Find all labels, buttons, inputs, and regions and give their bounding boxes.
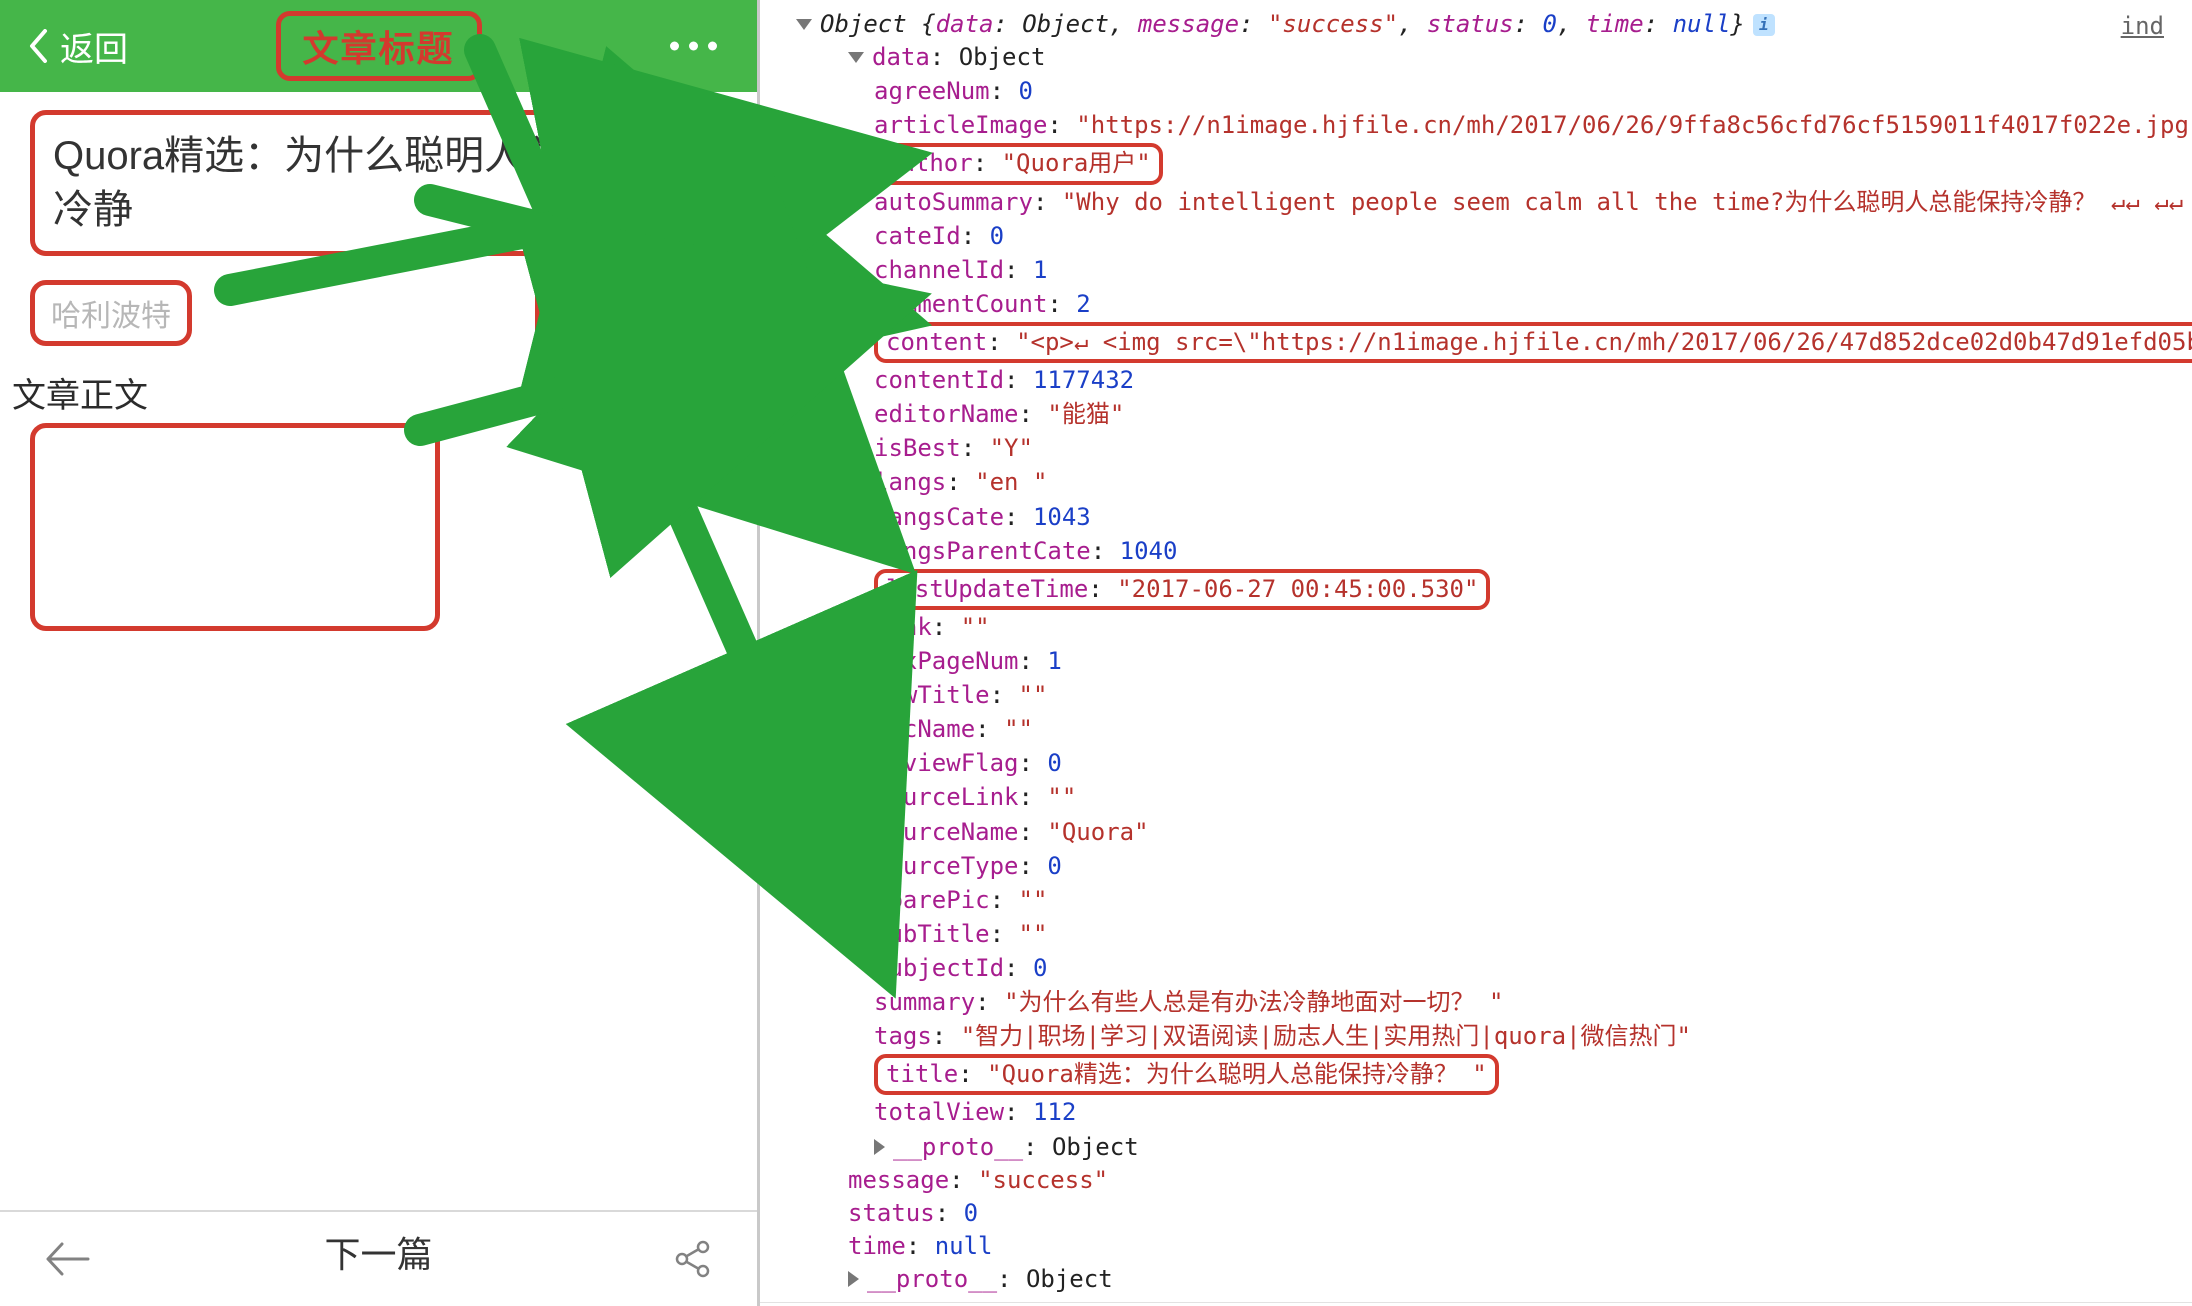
body-label: 文章正文: [12, 368, 727, 417]
field-row-content: content: "<p>↵ <img src=\"https://n1imag…: [796, 322, 2192, 363]
field-row-newTitle: newTitle: "": [796, 679, 2192, 712]
field-row-langsParentCate: langsParentCate: 1040: [796, 535, 2192, 568]
field-row-langsCate: langsCate: 1043: [796, 501, 2192, 534]
arrow-down-icon: [848, 52, 864, 63]
phone-footer: 下一篇: [0, 1210, 757, 1306]
page-title: 文章标题: [275, 11, 481, 81]
share-icon: [673, 1239, 713, 1279]
phone-body: Quora精选：为什么聪明人总能保持冷静 哈利波特 2017/06/27 文章正…: [0, 92, 757, 1210]
field-row-articleImage: articleImage: "https://n1image.hjfile.cn…: [796, 109, 2192, 142]
next-article-button[interactable]: 下一篇: [324, 1226, 432, 1278]
field-row-lastUpdateTime: lastUpdateTime: "2017-06-27 00:45:00.530…: [796, 569, 2192, 610]
date-field[interactable]: 2017/06/27: [535, 280, 727, 346]
phone-preview-pane: 返回 文章标题 Quora精选：为什么聪明人总能保持冷静 哈利波特 2017/0…: [0, 0, 760, 1306]
field-row-title: title: "Quora精选：为什么聪明人总能保持冷静？ ": [796, 1054, 2192, 1095]
field-row-maxPageNum: maxPageNum: 1: [796, 645, 2192, 678]
more-menu-button[interactable]: [670, 42, 717, 51]
field-row-sourceName: sourceName: "Quora": [796, 816, 2192, 849]
field-row-summary: summary: "为什么有些人总是有办法冷静地面对一切？ ": [796, 986, 2192, 1019]
root-summary: Object {data: Object, message: "success"…: [820, 8, 1745, 41]
root-object-row[interactable]: Object {data: Object, message: "success"…: [796, 8, 2192, 41]
back-label: 返回: [60, 22, 128, 71]
arrow-left-icon: [44, 1240, 90, 1278]
field-row-contentId: contentId: 1177432: [796, 364, 2192, 397]
field-row-autoSummary: autoSummary: "Why do intelligent people …: [796, 186, 2192, 219]
field-row-cateId: cateId: 0: [796, 220, 2192, 253]
back-arrow-button[interactable]: [44, 1240, 90, 1278]
field-row-subTitle: subTitle: "": [796, 918, 2192, 951]
devtools-console-pane: ind Object {data: Object, message: "succ…: [760, 0, 2192, 1306]
info-icon[interactable]: i: [1753, 14, 1775, 36]
time-row: time: null: [796, 1230, 2192, 1263]
message-row: message: "success": [796, 1164, 2192, 1197]
field-row-isBest: isBest: "Y": [796, 432, 2192, 465]
arrow-down-icon: [796, 19, 812, 30]
field-row-picName: picName: "": [796, 713, 2192, 746]
field-row-sourceType: sourceType: 0: [796, 850, 2192, 883]
field-row-totalView: totalView: 112: [796, 1096, 2192, 1129]
status-row: status: 0: [796, 1197, 2192, 1230]
proto-row[interactable]: __proto__: Object: [796, 1263, 2192, 1296]
field-row-tags: tags: "智力|职场|学习|双语阅读|励志人生|实用热门|quora|微信热…: [796, 1020, 2192, 1053]
arrow-right-icon: [874, 1139, 885, 1155]
dot-icon: [689, 42, 698, 51]
field-row-author: author: "Quora用户": [796, 143, 2192, 184]
arrow-right-icon: [848, 1271, 859, 1287]
field-row-subjectId: subjectId: 0: [796, 952, 2192, 985]
chevron-left-icon: [28, 29, 48, 63]
field-row-editorName: editorName: "能猫": [796, 398, 2192, 431]
share-button[interactable]: [673, 1239, 713, 1279]
field-row-langs: langs: "en ": [796, 466, 2192, 499]
field-row-sparePic: sparePic: "": [796, 884, 2192, 917]
phone-header: 返回 文章标题: [0, 0, 757, 92]
proto-row[interactable]: __proto__: Object: [796, 1131, 2192, 1164]
dot-icon: [708, 42, 717, 51]
author-field[interactable]: 哈利波特: [30, 280, 192, 346]
dot-icon: [670, 42, 679, 51]
field-row-agreeNum: agreeNum: 0: [796, 75, 2192, 108]
article-body-field[interactable]: [30, 423, 440, 631]
console-tree[interactable]: Object {data: Object, message: "success"…: [760, 8, 2192, 1296]
field-row-sourceLink: sourceLink: "": [796, 781, 2192, 814]
field-row-link: link: "": [796, 611, 2192, 644]
field-row-channelId: channelId: 1: [796, 254, 2192, 287]
data-object-row[interactable]: data: Object: [796, 41, 2192, 74]
field-row-reviewFlag: reviewFlag: 0: [796, 747, 2192, 780]
article-title-field[interactable]: Quora精选：为什么聪明人总能保持冷静: [30, 110, 727, 256]
source-link[interactable]: ind: [2121, 10, 2164, 43]
field-row-commentCount: commentCount: 2: [796, 288, 2192, 321]
back-button[interactable]: 返回: [28, 22, 128, 71]
console-prompt[interactable]: >: [760, 1302, 2192, 1306]
